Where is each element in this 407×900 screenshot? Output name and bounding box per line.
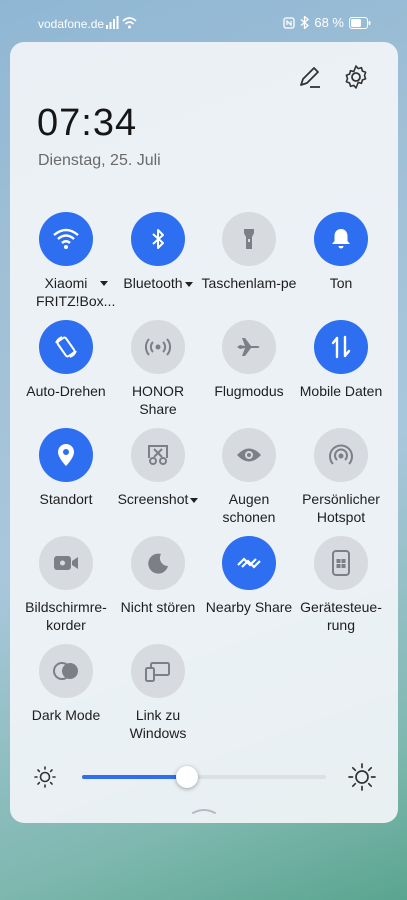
tile-honor-share[interactable]: HONOR Share [110, 320, 206, 418]
screen-recorder-icon[interactable] [39, 536, 93, 590]
tile-label: Screenshot [117, 491, 189, 507]
clock: 07:34 [37, 102, 138, 144]
hotspot-icon[interactable] [314, 428, 368, 482]
status-right: 68 % [283, 15, 371, 30]
tile-wifi[interactable]: Xiaomi FRITZ!Box... [18, 212, 116, 310]
tile-link-to-windows[interactable]: Link zu Windows [110, 644, 206, 742]
tile-label: Dark Mode [31, 707, 101, 723]
bluetooth-icon[interactable] [131, 212, 185, 266]
tile-label: Augen schonen [222, 491, 276, 525]
tile-flashlight[interactable]: Taschenlam-pe [201, 212, 297, 292]
tile-label: Link zu Windows [129, 707, 187, 741]
tile-location[interactable]: Standort [18, 428, 114, 508]
nfc-icon [283, 16, 296, 29]
tile-label: Auto-Drehen [26, 383, 106, 399]
chevron-down-icon[interactable] [100, 281, 108, 286]
tile-screen-recorder[interactable]: Bildschirmre-korder [18, 536, 114, 634]
tile-bluetooth[interactable]: Bluetooth [110, 212, 206, 292]
tile-auto-rotate[interactable]: Auto-Drehen [18, 320, 114, 400]
tile-label: Bildschirmre-korder [25, 599, 107, 633]
bluetooth-status-icon [300, 16, 310, 29]
nearby-share-icon[interactable] [222, 536, 276, 590]
status-bar: vodafone.de 68 % [0, 0, 407, 44]
wifi-icon[interactable] [39, 212, 93, 266]
tile-label: Mobile Daten [299, 383, 383, 399]
eye-icon[interactable] [222, 428, 276, 482]
edit-icon[interactable] [296, 64, 322, 90]
brightness-low-icon [34, 766, 56, 788]
tile-label: Nicht stören [120, 599, 196, 615]
tile-nearby-share[interactable]: Nearby Share [201, 536, 297, 616]
tile-label: Bluetooth [123, 275, 183, 291]
tile-label: Nearby Share [205, 599, 293, 615]
date: Dienstag, 25. Juli [38, 152, 161, 169]
signal-wifi-icon [106, 16, 137, 29]
tile-label: HONOR Share [131, 383, 185, 417]
tile-hotspot[interactable]: Persönlicher Hotspot [293, 428, 389, 526]
chevron-down-icon[interactable] [190, 497, 199, 503]
tile-eye-comfort[interactable]: Augen schonen [201, 428, 297, 526]
moon-icon[interactable] [131, 536, 185, 590]
brightness-slider[interactable] [82, 766, 326, 788]
brightness-slider-fill [82, 775, 187, 779]
chevron-down-icon[interactable] [184, 281, 193, 287]
flashlight-icon[interactable] [222, 212, 276, 266]
tile-dark-mode[interactable]: Dark Mode [18, 644, 114, 724]
battery-percent: 68 % [314, 15, 344, 30]
location-icon[interactable] [39, 428, 93, 482]
tile-label: Gerätesteue-rung [300, 599, 382, 633]
tile-label: Ton [329, 275, 353, 291]
bell-icon[interactable] [314, 212, 368, 266]
honor-share-icon[interactable] [131, 320, 185, 374]
tile-do-not-disturb[interactable]: Nicht stören [110, 536, 206, 616]
tile-device-control[interactable]: Gerätesteue-rung [293, 536, 389, 634]
tile-label: Xiaomi FRITZ!Box... [36, 275, 116, 309]
battery-icon [349, 16, 371, 29]
mobile-data-icon[interactable] [314, 320, 368, 374]
tile-airplane[interactable]: Flugmodus [201, 320, 297, 400]
tile-mobile-data[interactable]: Mobile Daten [293, 320, 389, 400]
tile-label: Persönlicher Hotspot [302, 491, 380, 525]
tile-label: Taschenlam-pe [201, 275, 297, 291]
dark-mode-icon[interactable] [39, 644, 93, 698]
settings-gear-icon[interactable] [343, 64, 369, 90]
tile-label: Standort [39, 491, 93, 507]
tile-sound[interactable]: Ton [293, 212, 389, 292]
screenshot-icon[interactable] [131, 428, 185, 482]
brightness-slider-thumb[interactable] [176, 766, 198, 788]
tile-label: Flugmodus [214, 383, 284, 399]
control-center-panel: 07:34 Dienstag, 25. Juli Xiaomi FRITZ!Bo… [10, 42, 398, 823]
device-control-icon[interactable] [314, 536, 368, 590]
carrier-label: vodafone.de [38, 17, 105, 31]
auto-rotate-icon[interactable] [39, 320, 93, 374]
collapse-handle-icon[interactable] [192, 807, 216, 815]
airplane-icon[interactable] [222, 320, 276, 374]
link-windows-icon[interactable] [131, 644, 185, 698]
brightness-high-icon [348, 763, 376, 791]
tile-screenshot[interactable]: Screenshot [110, 428, 206, 508]
